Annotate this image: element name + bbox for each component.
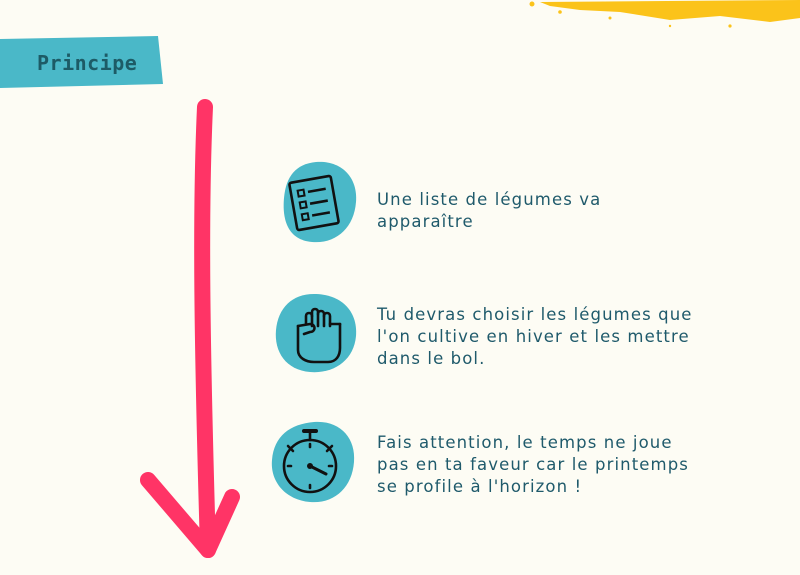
brush-stroke-decoration: [529, 0, 800, 28]
principe-tag: Principe: [0, 36, 163, 88]
down-arrow-icon: [140, 99, 240, 558]
grab-hand-icon: [275, 294, 357, 373]
checklist-icon: [283, 161, 357, 243]
step-2: Tu devras choisir les légumes que l'on c…: [270, 290, 770, 380]
stopwatch-icon: [271, 421, 355, 503]
step-1: Une liste de légumes va apparaître: [270, 158, 770, 248]
tag-label: Principe: [37, 51, 138, 75]
step-2-text: Tu devras choisir les légumes que l'on c…: [377, 305, 693, 368]
step-1-text: Une liste de légumes va apparaître: [377, 190, 602, 231]
step-3-text: Fais attention, le temps ne joue pas en …: [377, 433, 689, 496]
step-3: Fais attention, le temps ne joue pas en …: [270, 420, 770, 510]
